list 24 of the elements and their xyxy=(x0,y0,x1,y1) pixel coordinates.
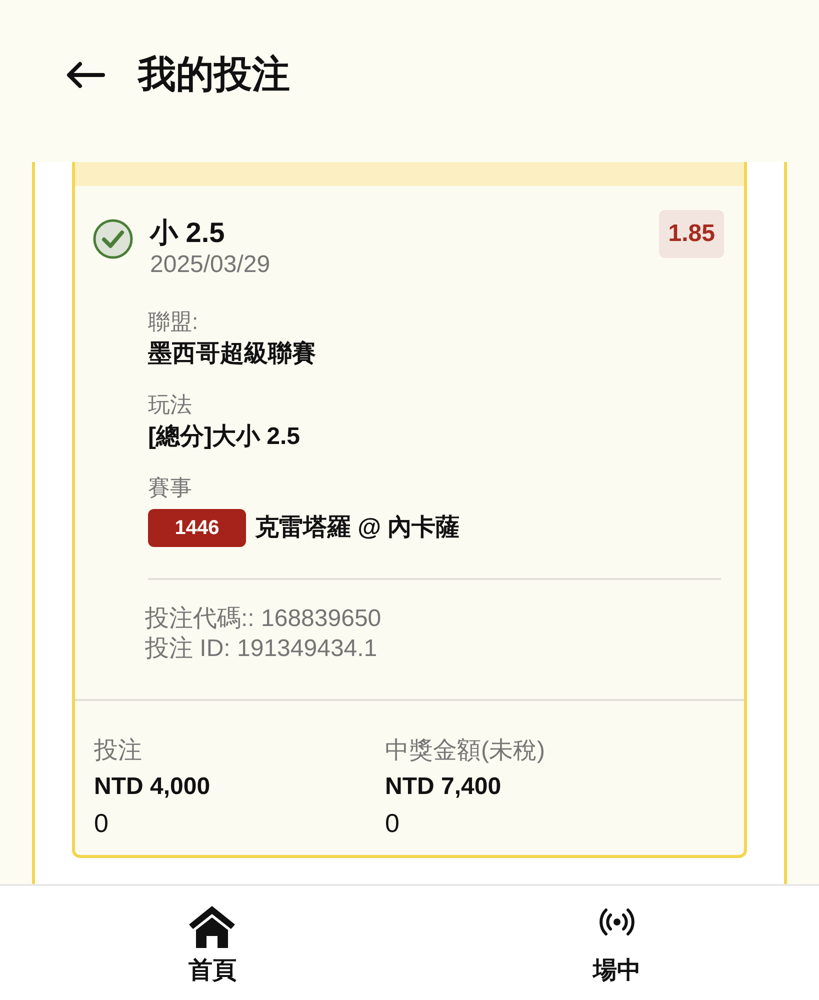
amount-label: 中獎金額(未稅) xyxy=(385,736,546,766)
back-icon[interactable] xyxy=(65,61,105,89)
broadcast-icon xyxy=(598,907,635,937)
field-label: 玩法 xyxy=(148,391,193,419)
amount-extra: 0 xyxy=(94,807,110,840)
field-label: 聯盟: xyxy=(148,308,200,336)
home-icon xyxy=(188,905,236,949)
amount-extra: 0 xyxy=(385,807,400,840)
home-tab[interactable]: 首頁 xyxy=(10,886,414,1000)
bet-reference: 投注代碼:: 168839650 xyxy=(145,604,382,634)
field-label: 賽事 xyxy=(148,474,193,502)
amount-label: 投注 xyxy=(94,736,143,766)
bet-date: 2025/03/29 xyxy=(150,250,272,280)
in-play-tab[interactable]: 場中 xyxy=(414,886,819,1000)
odds-badge: 1.85 xyxy=(659,210,724,258)
field-value: [總分]大小 2.5 xyxy=(148,422,302,452)
match-number-badge: 1446 xyxy=(148,509,246,547)
selection-title: 小 2.5 xyxy=(150,216,226,250)
field-value: 墨西哥超級聯賽 xyxy=(148,339,317,369)
bet-reference: 投注 ID: 191349434.1 xyxy=(145,634,378,664)
page-title: 我的投注 xyxy=(138,54,290,96)
amount-value: NTD 7,400 xyxy=(385,772,502,802)
amount-value: NTD 4,000 xyxy=(94,772,212,802)
match-teams: 克雷塔羅 @ 內卡薩 xyxy=(255,513,460,543)
